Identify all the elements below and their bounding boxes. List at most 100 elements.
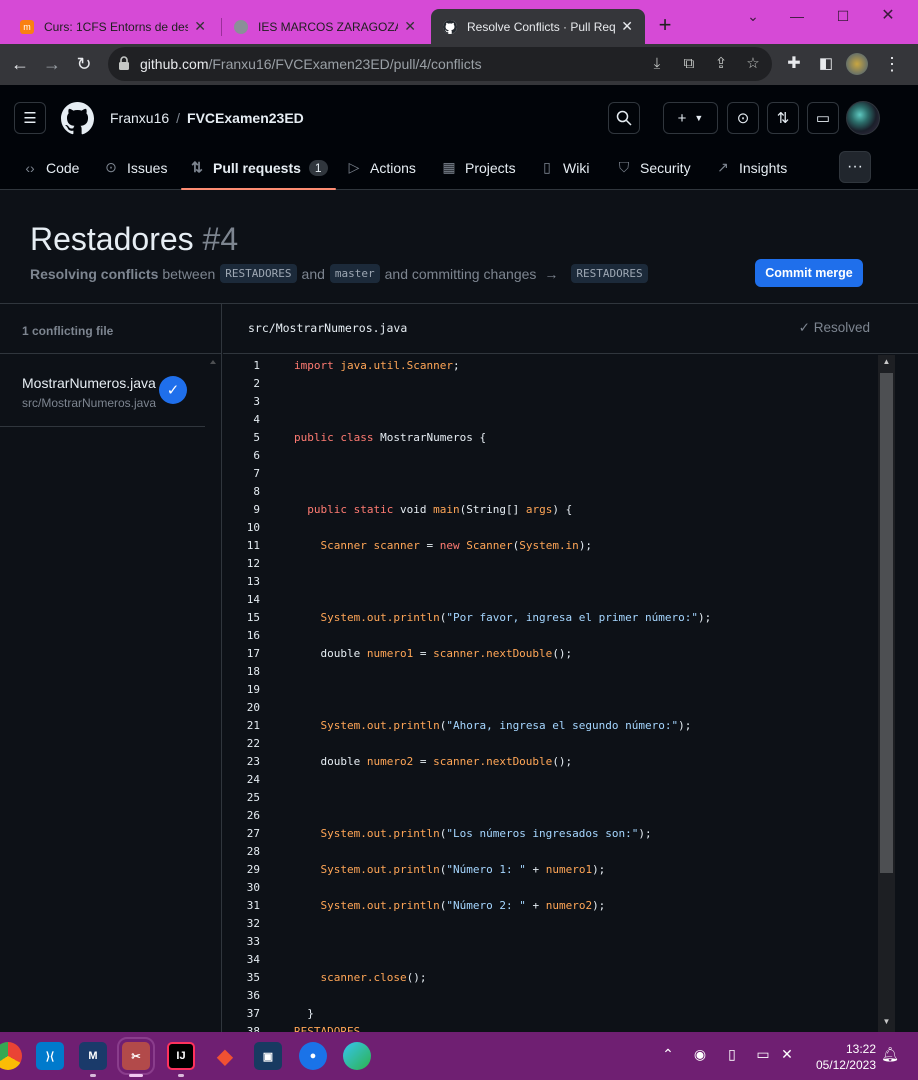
code-line[interactable]: 37 } (223, 1005, 878, 1023)
tab-projects[interactable]: ▦ Projects (441, 145, 515, 190)
code-line[interactable]: 15 System.out.println("Por favor, ingres… (223, 609, 878, 627)
commit-merge-button[interactable]: Commit merge (755, 259, 863, 287)
virtualbox-icon[interactable]: ▣ (254, 1042, 282, 1070)
owner-link[interactable]: Franxu16 (110, 110, 169, 126)
code-line[interactable]: 3 (223, 393, 878, 411)
minimize-button[interactable]: — (782, 6, 812, 26)
chevron-up-icon[interactable]: ⌃ (658, 1046, 678, 1063)
code-line[interactable]: 35 scanner.close(); (223, 969, 878, 987)
meet-icon[interactable]: ◉ (690, 1046, 710, 1063)
hamburger-menu-icon[interactable]: ☰ (14, 102, 46, 134)
tab-security[interactable]: ⛉ Security (616, 145, 691, 190)
code-line[interactable]: 27 System.out.println("Los números ingre… (223, 825, 878, 843)
close-window-button[interactable]: ✕ (873, 6, 903, 26)
code-line[interactable]: 8 (223, 483, 878, 501)
code-line[interactable]: 19 (223, 681, 878, 699)
code-line[interactable]: 20 (223, 699, 878, 717)
tab-wiki[interactable]: ▯ Wiki (539, 145, 589, 190)
code-line[interactable]: 2 (223, 375, 878, 393)
tab-insights[interactable]: ↗ Insights (715, 145, 787, 190)
star-icon[interactable]: ☆ (744, 55, 762, 73)
scrollbar-thumb[interactable] (880, 373, 893, 873)
profile-avatar[interactable] (846, 53, 868, 75)
usb-icon[interactable]: ▯ (722, 1046, 742, 1063)
code-line[interactable]: 4 (223, 411, 878, 429)
translate-icon[interactable]: ⧉ (680, 55, 698, 73)
install-icon[interactable]: ⤓ (648, 55, 666, 73)
tab-github-active[interactable]: Resolve Conflicts · Pull Requ ✕ (431, 9, 645, 44)
intellij-icon[interactable]: IJ (167, 1042, 195, 1070)
issues-icon[interactable]: ⊙ (727, 102, 759, 134)
code-line[interactable]: 18 (223, 663, 878, 681)
chevron-down-icon[interactable]: ⌄ (738, 6, 768, 26)
tab-issues[interactable]: ⊙ Issues (103, 145, 167, 190)
more-nav-button[interactable]: ··· (839, 151, 871, 183)
code-line[interactable]: 1 import java.util.Scanner; (223, 357, 878, 375)
mcmm-icon[interactable]: M (79, 1042, 107, 1070)
code-line[interactable]: 14 (223, 591, 878, 609)
git-icon[interactable]: ◆ (211, 1042, 239, 1070)
close-icon[interactable]: ✕ (194, 18, 206, 35)
inbox-icon[interactable]: ▭ (807, 102, 839, 134)
sidebar-scrollbar[interactable] (206, 355, 220, 1031)
code-line[interactable]: 16 (223, 627, 878, 645)
code-line[interactable]: 17 double numero1 = scanner.nextDouble()… (223, 645, 878, 663)
scroll-up-icon[interactable]: ▲ (878, 355, 895, 369)
back-icon[interactable]: ← (8, 52, 32, 76)
tab-actions[interactable]: ▷ Actions (346, 145, 416, 190)
extensions-icon[interactable]: ✚ (782, 52, 806, 76)
system-clock[interactable]: 13:22 05/12/2023 (812, 1041, 876, 1073)
code-line[interactable]: 25 (223, 789, 878, 807)
speaker-mute-icon[interactable]: ✕ (777, 1046, 797, 1063)
code-line[interactable]: 31 System.out.println("Número 2: " + num… (223, 897, 878, 915)
code-line[interactable]: 28 (223, 843, 878, 861)
vscode-icon[interactable]: ⟩⟨ (36, 1042, 64, 1070)
code-editor[interactable]: 1 import java.util.Scanner; 2 3 4 5 public cla… (223, 355, 878, 1032)
forward-icon[interactable]: → (40, 52, 64, 76)
chrome-icon[interactable] (0, 1042, 22, 1070)
create-new-button[interactable]: + ▼ (663, 102, 718, 134)
close-icon[interactable]: ✕ (404, 18, 416, 35)
network-icon[interactable]: ▭ (753, 1046, 773, 1063)
code-line[interactable]: 21 System.out.println("Ahora, ingresa el… (223, 717, 878, 735)
tab-moodle[interactable]: m Curs: 1CFS Entorns de dese ✕ (8, 9, 218, 44)
search-icon[interactable] (608, 102, 640, 134)
close-icon[interactable]: ✕ (621, 18, 633, 35)
code-line[interactable]: 10 (223, 519, 878, 537)
maximize-button[interactable]: ☐ (828, 6, 858, 26)
code-line[interactable]: 13 (223, 573, 878, 591)
code-line[interactable]: 29 System.out.println("Número 1: " + num… (223, 861, 878, 879)
pull-requests-icon[interactable]: ⇅ (767, 102, 799, 134)
conflict-file-item[interactable]: MostrarNumeros.java src/MostrarNumeros.j… (0, 355, 205, 427)
reload-icon[interactable]: ↻ (72, 52, 96, 76)
code-line[interactable]: 6 (223, 447, 878, 465)
avatar[interactable] (846, 101, 880, 135)
code-line[interactable]: 5 public class MostrarNumeros { (223, 429, 878, 447)
edge-icon[interactable] (343, 1042, 371, 1070)
side-panel-icon[interactable]: ◧ (814, 52, 838, 76)
new-tab-button[interactable]: + (652, 12, 678, 38)
code-line[interactable]: 22 (223, 735, 878, 753)
code-line[interactable]: 33 (223, 933, 878, 951)
code-line[interactable]: 7 (223, 465, 878, 483)
repo-link[interactable]: FVCExamen23ED (187, 110, 304, 126)
menu-dots-icon[interactable]: ⋮ (880, 52, 904, 76)
code-line[interactable]: 38 RESTADORES (223, 1023, 878, 1032)
address-bar[interactable]: github.com/Franxu16/FVCExamen23ED/pull/4… (108, 47, 772, 81)
code-line[interactable]: 24 (223, 771, 878, 789)
maps-icon[interactable]: ● (299, 1042, 327, 1070)
bell-icon[interactable]: 🔔︎ (880, 1046, 900, 1063)
code-line[interactable]: 32 (223, 915, 878, 933)
code-line[interactable]: 9 public static void main(String[] args)… (223, 501, 878, 519)
share-icon[interactable]: ⇪ (712, 55, 730, 73)
code-line[interactable]: 26 (223, 807, 878, 825)
code-line[interactable]: 23 double numero2 = scanner.nextDouble()… (223, 753, 878, 771)
snipping-tool-icon[interactable]: ✂ (117, 1037, 155, 1075)
tab-code[interactable]: ‹› Code (22, 145, 79, 190)
tab-ies[interactable]: IES MARCOS ZARAGOZA ✕ (222, 9, 428, 44)
code-line[interactable]: 11 Scanner scanner = new Scanner(System.… (223, 537, 878, 555)
code-line[interactable]: 36 (223, 987, 878, 1005)
editor-scrollbar[interactable]: ▲ ▼ (878, 355, 895, 1032)
code-line[interactable]: 12 (223, 555, 878, 573)
github-logo-icon[interactable] (61, 102, 95, 135)
